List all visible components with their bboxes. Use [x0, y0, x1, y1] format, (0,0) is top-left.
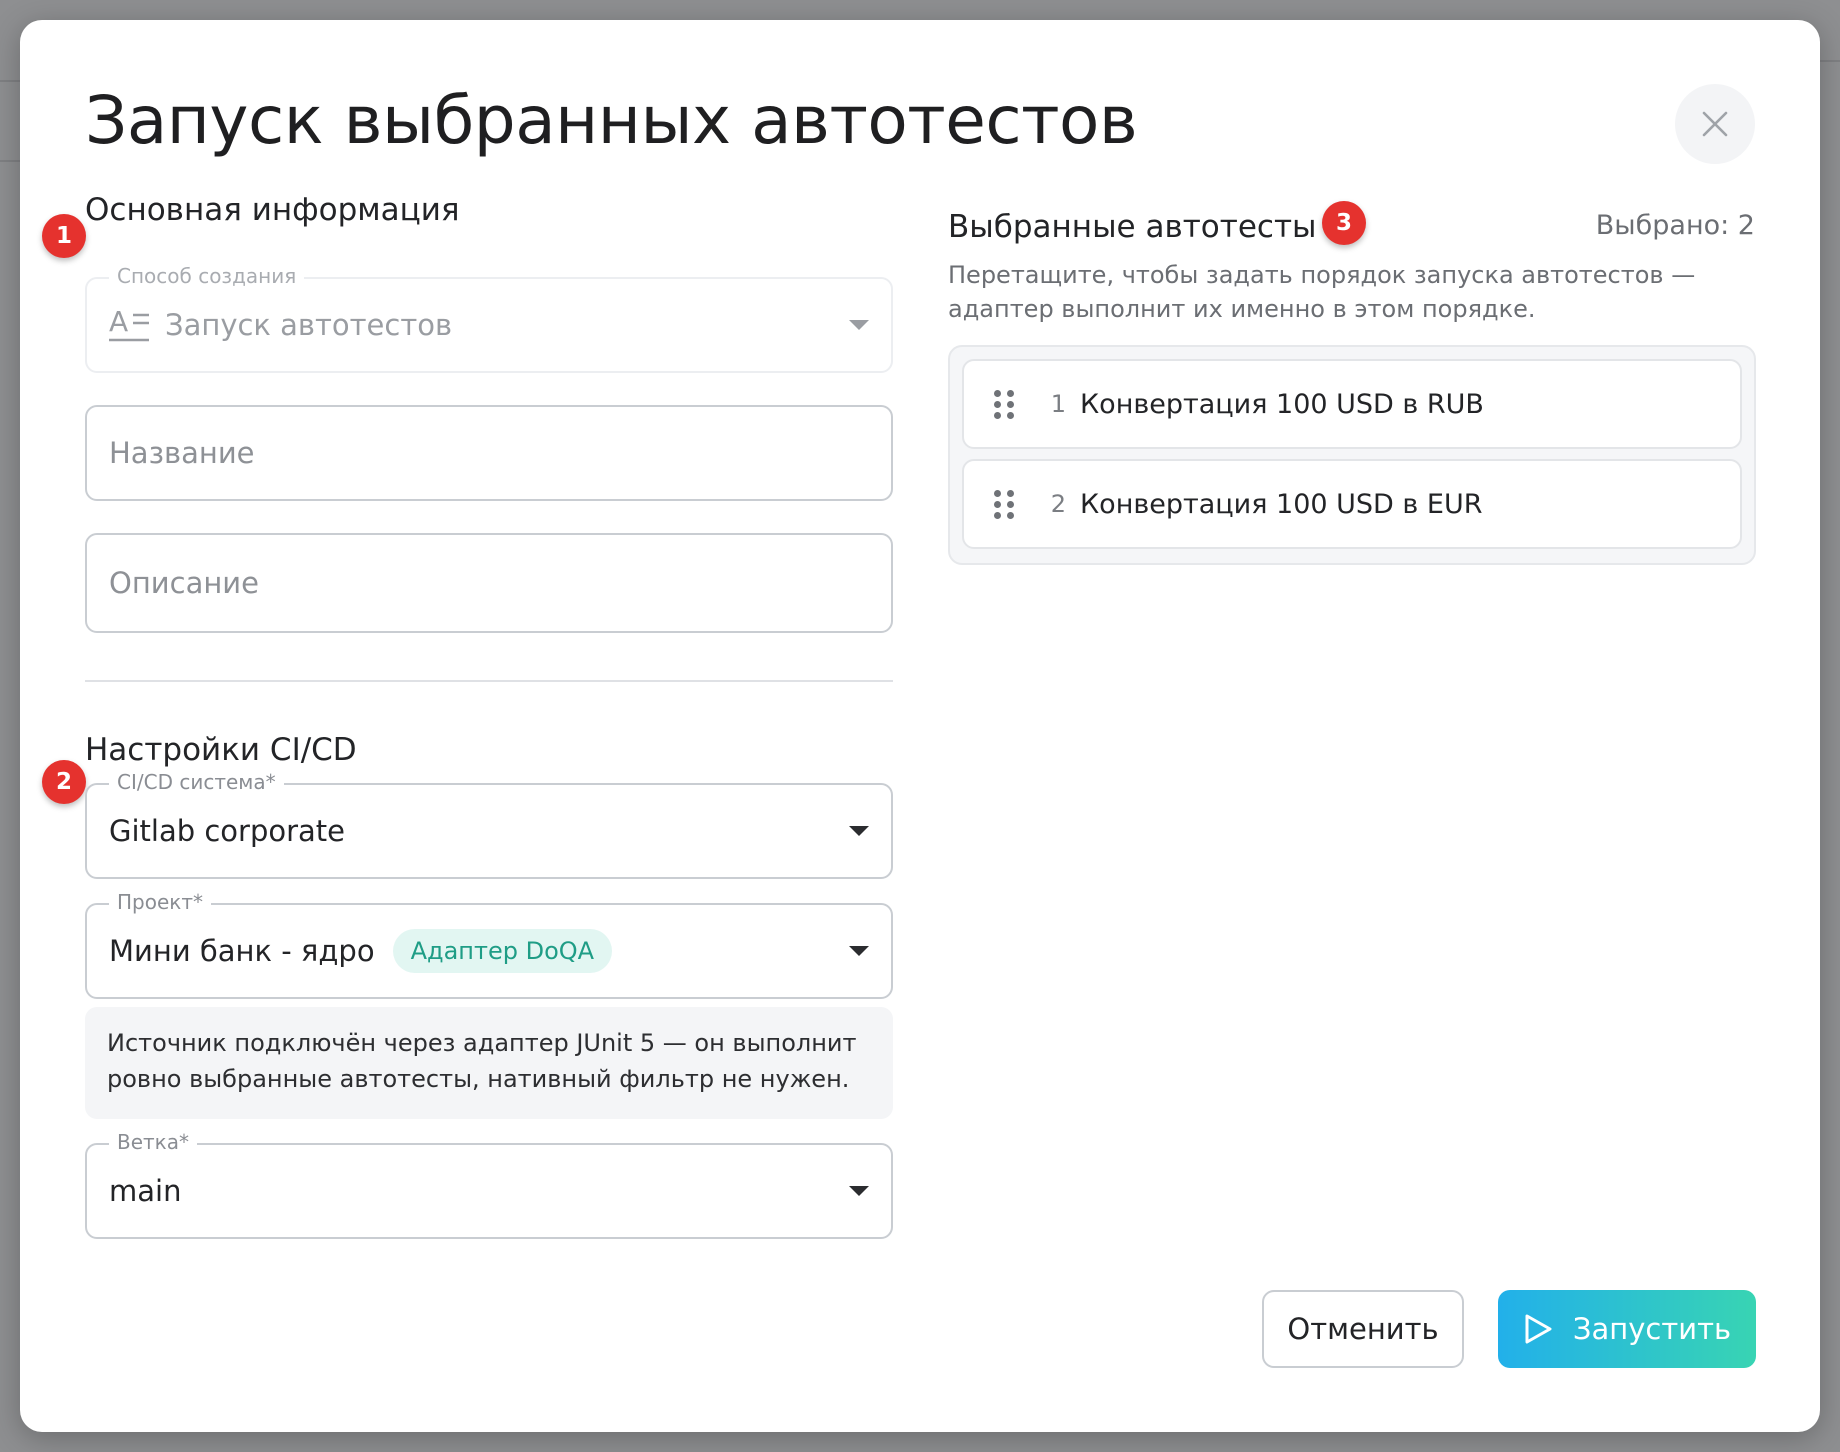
selected-autotests-heading: Выбранные автотесты	[948, 209, 1317, 245]
chevron-down-icon	[849, 826, 869, 836]
chevron-down-icon	[849, 946, 869, 956]
background-divider	[0, 80, 20, 82]
project-value: Мини банк - ядро	[109, 934, 375, 968]
background-divider	[0, 160, 20, 162]
item-label: Конвертация 100 USD в RUB	[1080, 388, 1484, 420]
close-button[interactable]	[1675, 84, 1755, 164]
cancel-button[interactable]: Отменить	[1262, 1290, 1464, 1368]
run-button-label: Запустить	[1572, 1312, 1732, 1346]
step-badge-1: 1	[42, 214, 86, 258]
creation-method-select: Способ создания A Запуск автотестов	[85, 264, 893, 373]
description-placeholder: Описание	[109, 566, 259, 600]
run-button[interactable]: Запустить	[1498, 1290, 1756, 1368]
section-divider	[85, 680, 893, 682]
list-item[interactable]: 1 Конвертация 100 USD в RUB	[962, 359, 1742, 449]
cicd-system-legend: CI/CD система*	[109, 770, 284, 794]
name-field[interactable]: Название	[85, 405, 893, 501]
selected-count: Выбрано: 2	[1595, 210, 1755, 241]
close-icon	[1702, 111, 1728, 137]
main-info-heading: Основная информация	[85, 192, 460, 228]
branch-select[interactable]: Ветка* main	[85, 1130, 893, 1239]
dialog-title: Запуск выбранных автотестов	[85, 82, 1138, 159]
creation-method-legend: Способ создания	[109, 264, 305, 288]
item-index: 2	[1050, 490, 1066, 518]
reorder-hint: Перетащите, чтобы задать порядок запуска…	[948, 261, 1696, 323]
branch-legend: Ветка*	[109, 1130, 198, 1154]
adapter-tag: Адаптер DoQA	[392, 929, 613, 973]
description-field[interactable]: Описание	[85, 533, 893, 633]
item-index: 1	[1050, 390, 1066, 418]
svg-text:A: A	[109, 305, 128, 338]
cicd-system-value: Gitlab corporate	[109, 814, 346, 848]
name-placeholder: Название	[109, 436, 255, 470]
text-format-icon: A	[109, 305, 149, 342]
play-icon	[1525, 1314, 1552, 1344]
step-badge-2: 2	[42, 760, 86, 804]
run-autotests-dialog: Запуск выбранных автотестов Основная инф…	[20, 20, 1820, 1432]
drag-handle-icon[interactable]	[994, 489, 1014, 519]
drag-handle-icon[interactable]	[994, 389, 1014, 419]
chevron-down-icon	[849, 1186, 869, 1196]
branch-value: main	[109, 1174, 182, 1208]
step-badge-3: 3	[1322, 201, 1366, 245]
adapter-info-note: Источник подключён через адаптер JUnit 5…	[85, 1007, 893, 1119]
selected-autotests-list: 1 Конвертация 100 USD в RUB 2 Конвертаци…	[948, 345, 1756, 565]
background-divider	[1820, 60, 1840, 62]
chevron-down-icon	[849, 320, 869, 330]
cicd-system-select[interactable]: CI/CD система* Gitlab corporate	[85, 770, 893, 879]
list-item[interactable]: 2 Конвертация 100 USD в EUR	[962, 459, 1742, 549]
creation-method-value: Запуск автотестов	[165, 308, 453, 342]
cicd-settings-heading: Настройки CI/CD	[85, 732, 357, 768]
item-label: Конвертация 100 USD в EUR	[1080, 488, 1483, 520]
project-select[interactable]: Проект* Мини банк - ядро Адаптер DoQA	[85, 890, 893, 999]
project-legend: Проект*	[109, 890, 212, 914]
